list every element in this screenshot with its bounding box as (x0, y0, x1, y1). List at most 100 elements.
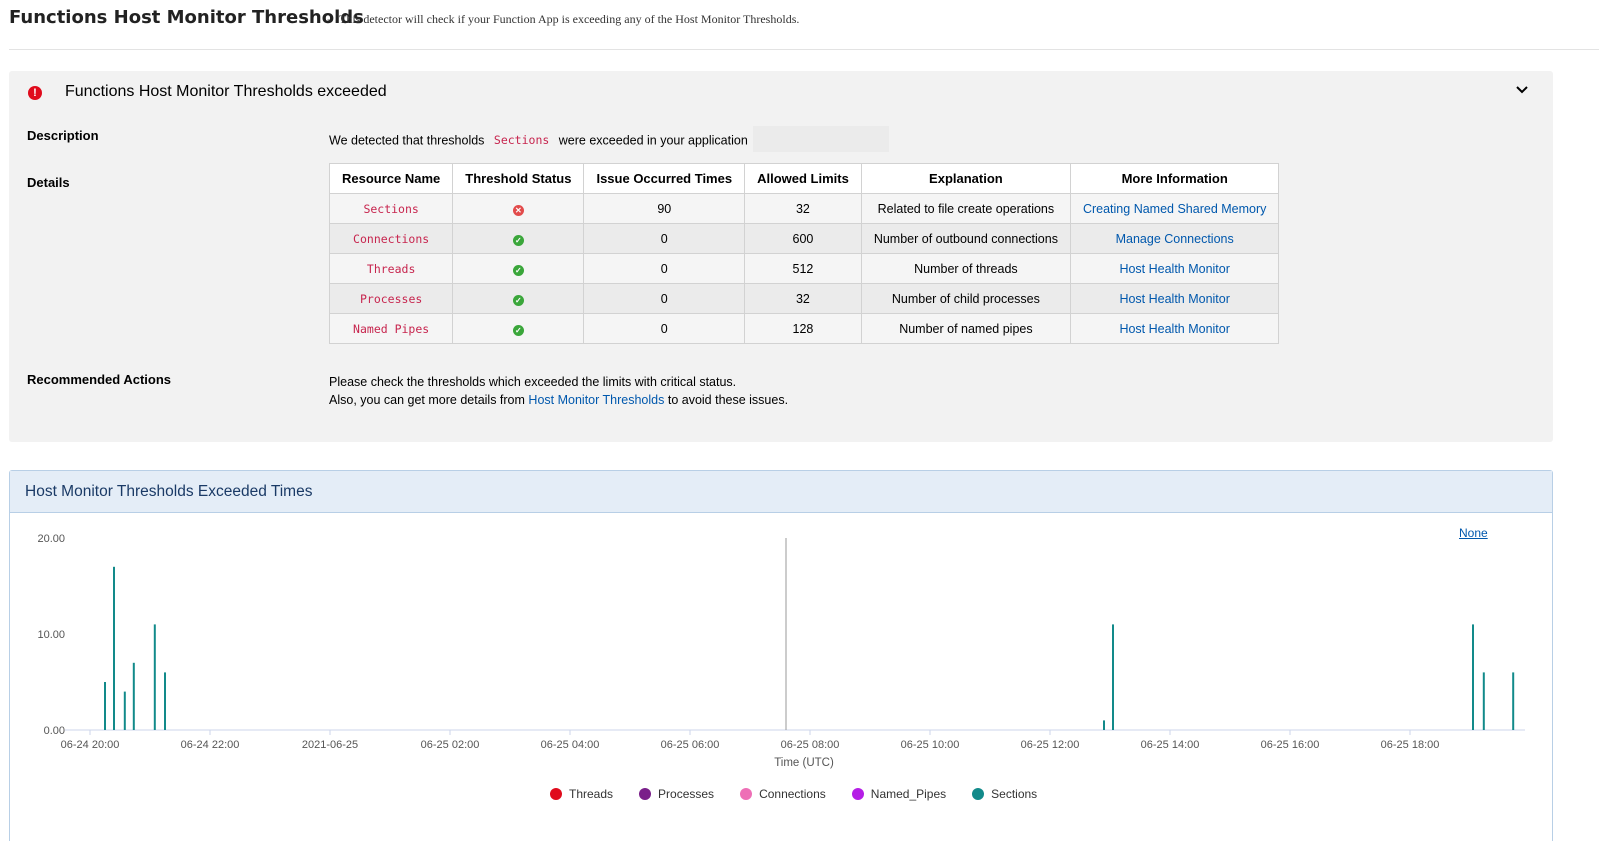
resource-name: Threads (328, 253, 454, 284)
x-tick-label: 2021-06-25 (302, 739, 358, 751)
chart-panel-title: Host Monitor Thresholds Exceeded Times (25, 483, 313, 500)
description-resource: Sections (493, 133, 550, 148)
explanation: Number of outbound connections (860, 223, 1071, 254)
table-row: Threads ✓ 0 512 Number of threads Host H… (328, 253, 1280, 284)
table-row: Processes ✓ 0 32 Number of child process… (328, 283, 1280, 314)
threshold-status: ✓ (452, 253, 585, 284)
legend-item[interactable]: Named_Pipes (851, 787, 947, 801)
chart-panel: Host Monitor Thresholds Exceeded Times 0… (9, 470, 1553, 841)
threshold-status: ✓ (452, 283, 585, 314)
thresholds-table: Resource Name Threshold Status Issue Occ… (328, 163, 1280, 344)
recommended-line-2: Also, you can get more details from Host… (329, 391, 788, 409)
x-tick-label: 06-25 12:00 (1021, 739, 1080, 751)
issue-times: 0 (583, 223, 746, 254)
bar-sections (153, 624, 156, 730)
recommended-actions-text: Please check the thresholds which exceed… (329, 373, 788, 409)
explanation: Number of threads (860, 253, 1071, 284)
allowed-limit: 32 (744, 193, 862, 224)
none-link[interactable]: None (1459, 526, 1488, 540)
host-monitor-thresholds-link[interactable]: Host Monitor Thresholds (528, 393, 664, 407)
legend-item[interactable]: Threads (550, 787, 613, 801)
x-tick-label: 06-25 14:00 (1141, 739, 1200, 751)
more-info-link[interactable]: Host Health Monitor (1119, 322, 1229, 336)
legend-dot-icon (550, 788, 562, 800)
success-check-icon: ✓ (512, 234, 524, 246)
more-info-link[interactable]: Creating Named Shared Memory (1083, 202, 1266, 216)
resource-name: Sections (328, 193, 454, 224)
bar-sections (123, 691, 126, 730)
more-info-link[interactable]: Host Health Monitor (1119, 262, 1229, 276)
column-header: Threshold Status (452, 163, 585, 194)
critical-alert-icon: ! (28, 86, 42, 100)
allowed-limit: 600 (744, 223, 862, 254)
chart-legend: Threads Processes Connections Named_Pipes Se… (550, 787, 1037, 801)
bar-sections (1103, 720, 1105, 730)
more-info-cell: Host Health Monitor (1069, 313, 1280, 344)
allowed-limit: 128 (744, 313, 862, 344)
legend-dot-icon (740, 788, 753, 800)
x-tick-label: 06-25 16:00 (1261, 739, 1320, 751)
legend-item[interactable]: Connections (740, 787, 826, 801)
issue-times: 0 (583, 283, 746, 314)
allowed-limit: 32 (744, 283, 862, 314)
legend-label: Connections (759, 787, 826, 801)
recommended-line-1: Please check the thresholds which exceed… (329, 375, 737, 389)
resource-name: Connections (328, 223, 454, 254)
details-label: Details (27, 175, 70, 190)
more-info-cell: Manage Connections (1069, 223, 1280, 254)
success-check-icon: ✓ (512, 264, 524, 276)
description-text-after: were exceeded in your application (558, 133, 748, 148)
x-tick-label: 06-24 22:00 (181, 739, 240, 751)
x-tick-label: 06-25 18:00 (1381, 739, 1440, 751)
description-label: Description (27, 128, 99, 143)
more-info-link[interactable]: Host Health Monitor (1119, 292, 1229, 306)
legend-dot-icon (851, 788, 864, 800)
more-info-link[interactable]: Manage Connections (1116, 232, 1234, 246)
page-header: Functions Host Monitor Thresholds - This… (9, 4, 1599, 50)
page-title: Functions Host Monitor Thresholds (9, 7, 364, 28)
success-check-icon: ✓ (512, 324, 524, 336)
redacted-app-name (753, 126, 890, 152)
y-tick-label: 0.00 (44, 725, 65, 737)
chart-panel-header: Host Monitor Thresholds Exceeded Times (10, 471, 1552, 513)
description-text-before: We detected that thresholds (329, 133, 485, 148)
table-row: Sections ✕ 90 32 Related to file create … (328, 193, 1280, 224)
threshold-status: ✓ (452, 313, 585, 344)
bar-sections (113, 566, 115, 730)
legend-dot-icon (639, 788, 652, 800)
recommended-line-2-before: Also, you can get more details from (329, 393, 525, 407)
bar-sections (1112, 624, 1114, 730)
legend-label: Named_Pipes (870, 787, 947, 801)
bar-sections (1512, 672, 1515, 730)
legend-label: Sections (991, 787, 1038, 801)
more-info-cell: Host Health Monitor (1069, 253, 1280, 284)
x-tick-label: 06-25 08:00 (781, 739, 840, 751)
bar-sections (104, 682, 106, 730)
insight-card: ! Functions Host Monitor Thresholds exce… (9, 71, 1553, 442)
legend-label: Threads (569, 787, 614, 801)
column-header: More Information (1069, 163, 1280, 194)
x-tick-label: 06-25 04:00 (541, 739, 600, 751)
success-check-icon: ✓ (512, 294, 524, 306)
more-info-cell: Host Health Monitor (1069, 283, 1280, 314)
issue-times: 0 (583, 253, 746, 284)
threshold-status: ✕ (452, 193, 585, 224)
issue-times: 90 (583, 193, 746, 224)
legend-item[interactable]: Processes (639, 787, 714, 801)
x-tick-label: 06-25 02:00 (421, 739, 480, 751)
legend-dot-icon (972, 788, 985, 800)
recommended-line-2-after: to avoid these issues. (667, 393, 789, 407)
x-tick-label: 06-25 06:00 (661, 739, 720, 751)
y-tick-label: 10.00 (37, 629, 65, 641)
column-header: Explanation (860, 163, 1071, 194)
legend-label: Processes (658, 787, 715, 801)
x-axis-title: Time (UTC) (774, 757, 834, 769)
chevron-down-icon[interactable] (1515, 83, 1529, 97)
issue-times: 0 (583, 313, 746, 344)
table-row: Named Pipes ✓ 0 128 Number of named pipe… (328, 313, 1280, 344)
legend-item[interactable]: Sections (972, 787, 1037, 801)
insight-title[interactable]: Functions Host Monitor Thresholds exceed… (65, 83, 387, 101)
table-row: Connections ✓ 0 600 Number of outbound c… (328, 223, 1280, 254)
allowed-limit: 512 (744, 253, 862, 284)
table-header-row: Resource Name Threshold Status Issue Occ… (328, 163, 1280, 194)
